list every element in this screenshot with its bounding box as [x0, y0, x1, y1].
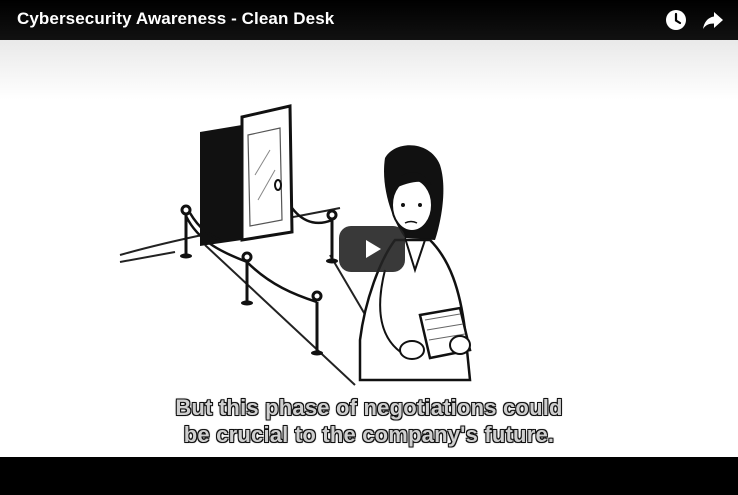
title-bar: Cybersecurity Awareness - Clean Desk — [0, 0, 738, 40]
bottom-bar — [0, 457, 738, 495]
clock-icon[interactable] — [664, 8, 688, 32]
video-frame[interactable]: But this phase of negotiations could be … — [0, 40, 738, 457]
caption-line-1: But this phase of negotiations could — [175, 395, 563, 420]
share-icon[interactable] — [701, 8, 725, 32]
video-player[interactable]: Cybersecurity Awareness - Clean Desk But… — [0, 0, 738, 495]
video-title[interactable]: Cybersecurity Awareness - Clean Desk — [17, 9, 334, 29]
play-button[interactable] — [339, 226, 405, 272]
subtitle-caption: But this phase of negotiations could be … — [0, 394, 738, 448]
play-icon — [366, 240, 381, 258]
caption-line-2: be crucial to the company's future. — [183, 422, 555, 447]
